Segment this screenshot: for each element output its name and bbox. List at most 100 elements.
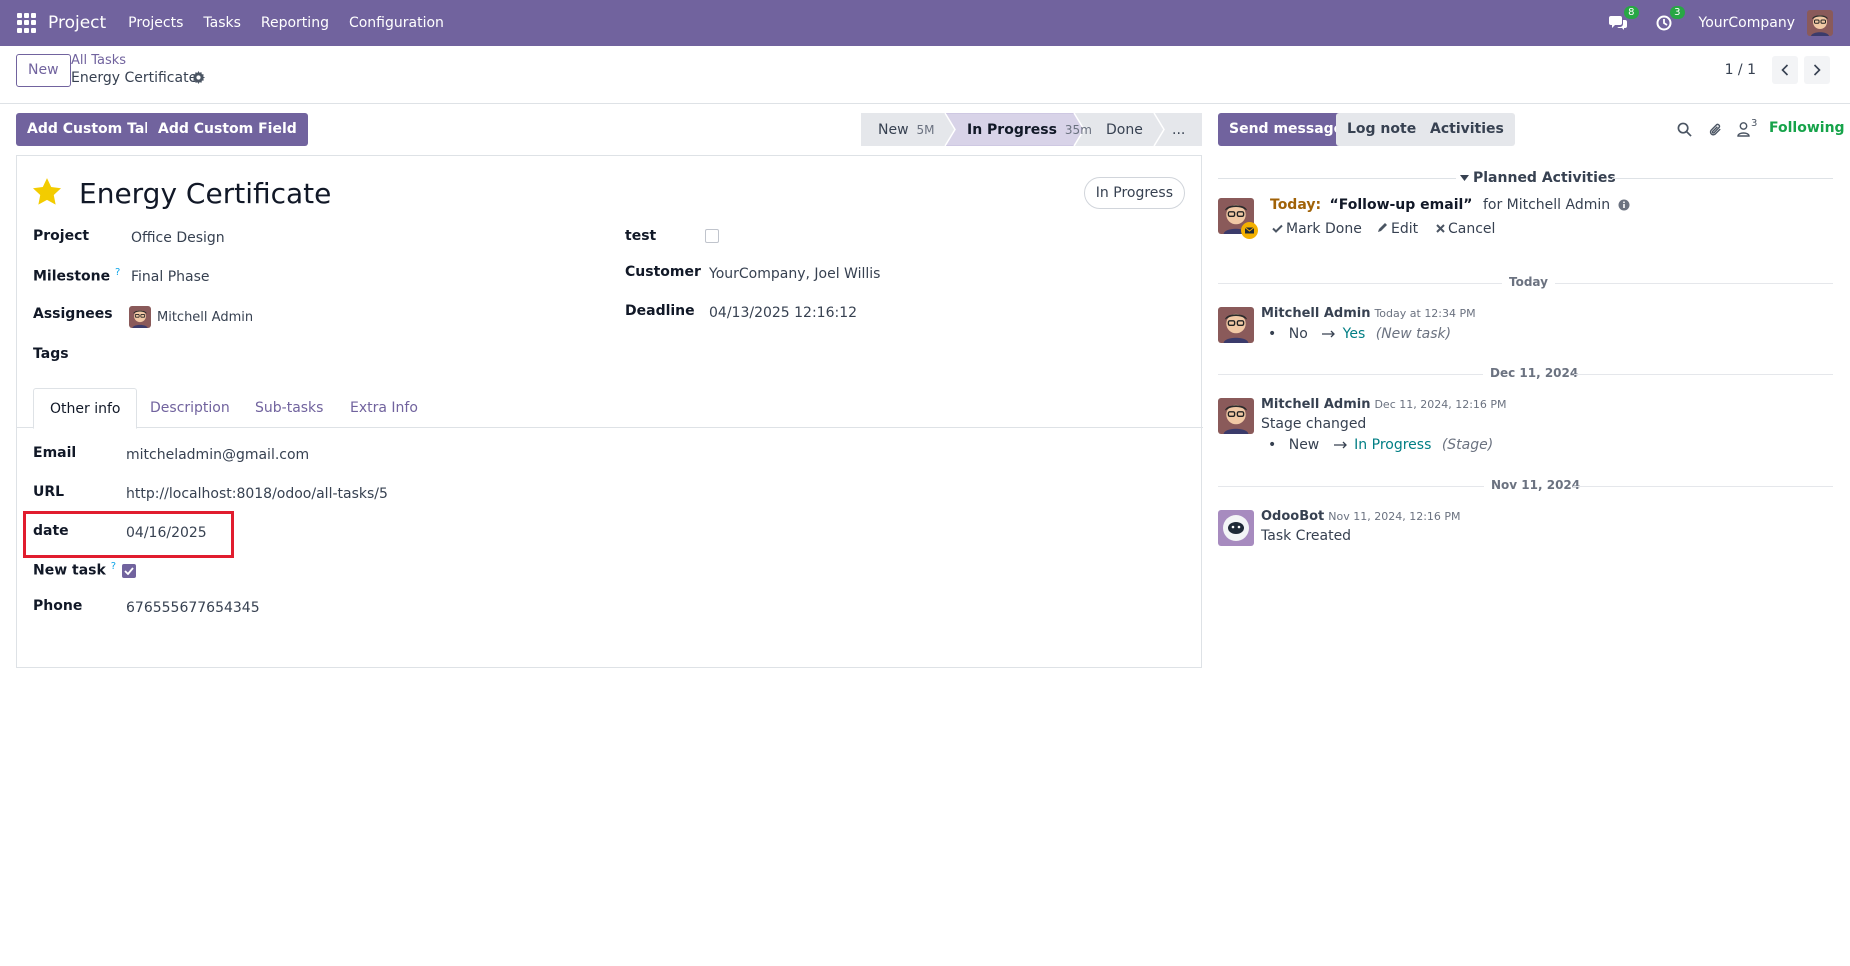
edit-activity-link[interactable]: Edit xyxy=(1377,221,1418,237)
test-checkbox[interactable] xyxy=(705,229,719,243)
tracking-value-change: • No Yes (New task) xyxy=(1268,326,1452,342)
user-avatar[interactable] xyxy=(1807,10,1833,36)
assignees-field[interactable]: Mitchell Admin xyxy=(129,306,253,328)
author-name[interactable]: OdooBot xyxy=(1261,509,1324,524)
date-separator-label: Dec 11, 2024 xyxy=(1490,366,1579,380)
menu-projects[interactable]: Projects xyxy=(128,15,183,31)
messaging-button[interactable]: 8 xyxy=(1607,6,1639,34)
author-name[interactable]: Mitchell Admin xyxy=(1261,397,1370,412)
stage-new[interactable]: New 5M xyxy=(878,113,935,146)
message-avatar[interactable] xyxy=(1218,398,1254,434)
old-value: No xyxy=(1288,326,1308,342)
new-record-button[interactable]: New xyxy=(16,54,71,87)
stage-statusbar: New 5M In Progress 35m Done ... xyxy=(861,113,1202,146)
paperclip-icon[interactable] xyxy=(1708,122,1723,138)
robot-icon xyxy=(1218,510,1254,546)
message-timestamp: Today at 12:34 PM xyxy=(1374,307,1476,320)
stage-in-progress[interactable]: In Progress 35m xyxy=(967,113,1092,146)
test-label: test xyxy=(625,228,657,244)
deadline-field[interactable]: 04/13/2025 12:16:12 xyxy=(709,305,857,321)
send-message-button[interactable]: Send message xyxy=(1218,113,1355,146)
customer-label: Customer xyxy=(625,264,701,280)
following-button[interactable]: Following xyxy=(1769,120,1845,136)
milestone-field[interactable]: Final Phase xyxy=(131,269,210,285)
clock-icon xyxy=(1656,15,1671,31)
star-icon[interactable] xyxy=(33,178,61,205)
mark-done-label: Mark Done xyxy=(1286,221,1362,237)
stage-done[interactable]: Done xyxy=(1106,113,1143,146)
url-field[interactable]: http://localhost:8018/odoo/all-tasks/5 xyxy=(126,486,388,502)
planned-activities-header[interactable]: Planned Activities xyxy=(1218,170,1833,186)
menu-configuration[interactable]: Configuration xyxy=(349,15,444,31)
add-custom-tab-button[interactable]: Add Custom Tab xyxy=(16,113,166,146)
cancel-activity-link[interactable]: Cancel xyxy=(1436,221,1495,237)
gear-icon[interactable] xyxy=(192,71,205,84)
field-name: (New task) xyxy=(1375,326,1452,342)
company-switcher[interactable]: YourCompany xyxy=(1699,15,1796,31)
tab-extra-info[interactable]: Extra Info xyxy=(350,388,418,428)
email-label: Email xyxy=(33,445,77,461)
message-avatar[interactable] xyxy=(1218,307,1254,343)
log-note-button[interactable]: Log note xyxy=(1336,113,1428,146)
phone-field[interactable]: 676555677654345 xyxy=(126,600,260,616)
help-icon[interactable]: ? xyxy=(111,561,116,572)
new-task-checkbox[interactable] xyxy=(122,564,136,578)
mark-done-link[interactable]: Mark Done xyxy=(1272,221,1362,237)
new-task-label-text: New task xyxy=(33,562,106,579)
breadcrumb-all-tasks[interactable]: All Tasks xyxy=(71,53,126,68)
stage-more[interactable]: ... xyxy=(1172,113,1185,146)
stage-name: Done xyxy=(1106,121,1143,138)
project-field[interactable]: Office Design xyxy=(131,230,225,246)
message-body: Task Created xyxy=(1261,528,1352,544)
date-separator-today: Today xyxy=(1218,275,1833,291)
apps-grid-icon[interactable] xyxy=(17,13,37,33)
message-avatar-icon xyxy=(1218,398,1254,434)
odoobot-avatar[interactable] xyxy=(1218,510,1254,546)
stage-time: 35m xyxy=(1064,122,1092,137)
menu-reporting[interactable]: Reporting xyxy=(261,15,329,31)
pager-value[interactable]: 1 / 1 xyxy=(1725,62,1756,78)
activities-button[interactable]: 3 xyxy=(1653,6,1685,34)
email-field[interactable]: mitcheladmin@gmail.com xyxy=(126,447,309,463)
stage-name: In Progress xyxy=(967,121,1057,138)
pager-next-button[interactable] xyxy=(1804,56,1830,84)
tab-sub-tasks[interactable]: Sub-tasks xyxy=(255,388,323,428)
new-value: In Progress xyxy=(1354,437,1432,453)
new-task-label: New task ? xyxy=(33,561,116,579)
checkmark-icon xyxy=(124,567,134,575)
task-title[interactable]: Energy Certificate xyxy=(79,177,331,210)
form-sheet: Energy Certificate In Progress Project O… xyxy=(16,155,1203,668)
deadline-label: Deadline xyxy=(625,303,695,319)
search-icon[interactable] xyxy=(1677,122,1692,137)
activities-button-chatter[interactable]: Activities xyxy=(1419,113,1515,146)
edit-label: Edit xyxy=(1391,221,1419,237)
menu-tasks[interactable]: Tasks xyxy=(203,15,241,31)
help-icon[interactable]: ? xyxy=(115,267,120,278)
caret-down-icon xyxy=(1460,174,1469,181)
author-name[interactable]: Mitchell Admin xyxy=(1261,306,1370,321)
add-custom-field-button[interactable]: Add Custom Field xyxy=(147,113,308,146)
status-badge[interactable]: In Progress xyxy=(1083,177,1185,209)
milestone-label: Milestone ? xyxy=(33,267,120,285)
tracking-value-change: • New In Progress (Stage) xyxy=(1268,437,1494,453)
user-icon xyxy=(1737,122,1750,137)
info-icon[interactable] xyxy=(1618,199,1630,211)
date-separator-nov: Nov 11, 2024 xyxy=(1218,478,1833,494)
pager-previous-button[interactable] xyxy=(1772,56,1798,84)
activity-when: Today: xyxy=(1270,197,1322,213)
chat-bubbles-icon xyxy=(1608,16,1627,30)
app-name[interactable]: Project xyxy=(48,13,106,33)
messages-count-badge: 8 xyxy=(1624,6,1639,19)
phone-label: Phone xyxy=(33,598,83,614)
tab-other-info[interactable]: Other info xyxy=(33,388,138,429)
chevron-left-icon xyxy=(1781,64,1789,76)
activity-line: Today: “Follow-up email” for Mitchell Ad… xyxy=(1270,197,1630,213)
tab-description[interactable]: Description xyxy=(150,388,230,428)
project-label: Project xyxy=(33,228,90,244)
breadcrumb-current: Energy Certificate xyxy=(71,70,198,86)
customer-field[interactable]: YourCompany, Joel Willis xyxy=(709,266,880,282)
url-label: URL xyxy=(33,484,65,500)
followers-button[interactable]: 3 xyxy=(1737,118,1757,137)
check-icon xyxy=(1272,224,1283,233)
tags-label: Tags xyxy=(33,346,69,362)
